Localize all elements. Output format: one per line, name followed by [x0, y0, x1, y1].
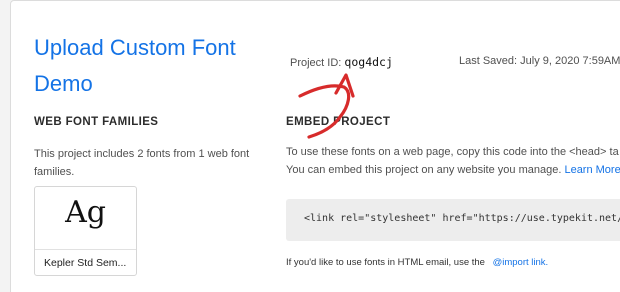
font-family-name: Kepler Std Sem... [44, 257, 127, 269]
html-email-note: If you'd like to use fonts in HTML email… [286, 257, 548, 268]
embed-code-box[interactable]: <link rel="stylesheet" href="https://use… [286, 199, 620, 241]
page: Upload Custom Font Demo Project ID: qog4… [0, 0, 620, 292]
embed-description-line-2: You can embed this project on any websit… [286, 161, 620, 179]
font-family-card[interactable]: Ag Kepler Std Sem... [34, 186, 137, 276]
embed-description-line-1: To use these fonts on a web page, copy t… [286, 146, 619, 158]
import-link[interactable]: @import link. [493, 257, 549, 268]
embed-description-text: You can embed this project on any websit… [286, 164, 562, 176]
last-saved: Last Saved: July 9, 2020 7:59AM [459, 55, 620, 67]
learn-more-link[interactable]: Learn More [564, 164, 620, 176]
web-font-families-description: This project includes 2 fonts from 1 web… [34, 148, 250, 178]
embed-description: To use these fonts on a web page, copy t… [286, 143, 620, 179]
project-id-value: qog4dcj [344, 55, 393, 69]
embed-project-heading: EMBED PROJECT [286, 116, 391, 128]
embed-code[interactable]: <link rel="stylesheet" href="https://use… [304, 213, 620, 224]
project-title: Upload Custom Font Demo [34, 35, 236, 96]
font-card-divider [35, 249, 136, 250]
html-email-text: If you'd like to use fonts in HTML email… [286, 257, 485, 268]
web-font-families-heading: WEB FONT FAMILIES [34, 116, 159, 128]
project-id: Project ID: qog4dcj [290, 55, 393, 69]
font-sample-glyphs: Ag [65, 195, 106, 230]
project-id-label: Project ID: [290, 57, 342, 69]
